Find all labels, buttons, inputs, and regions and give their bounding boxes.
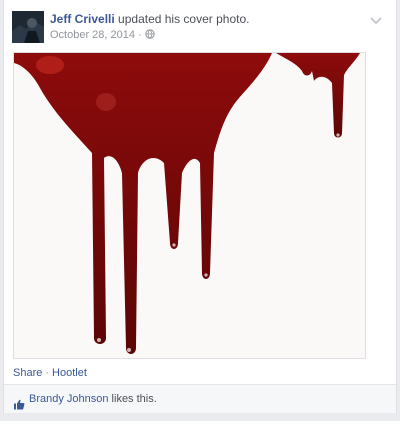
post-meta: October 28, 2014 · (50, 28, 155, 42)
links-separator: · (45, 367, 50, 379)
post-card: Jeff Crivelli updated his cover photo. O… (3, 0, 397, 413)
cover-photo[interactable] (13, 52, 366, 359)
likes-bar: Brandy Johnson likes this. (4, 384, 396, 413)
share-link[interactable]: Share (13, 367, 42, 379)
post-action-text: updated his cover photo. (118, 12, 250, 26)
avatar[interactable] (12, 11, 44, 43)
hootlet-link[interactable]: Hootlet (52, 367, 87, 379)
author-link[interactable]: Jeff Crivelli (50, 12, 115, 26)
post-date[interactable]: October 28, 2014 (50, 29, 135, 41)
post-title: Jeff Crivelli updated his cover photo. (50, 12, 249, 26)
globe-icon[interactable] (144, 29, 155, 39)
likes-suffix: likes this. (108, 393, 157, 405)
liker-link[interactable]: Brandy Johnson (29, 393, 109, 405)
thumbs-up-icon (13, 393, 25, 410)
chevron-down-icon[interactable] (370, 13, 382, 25)
likes-text: Brandy Johnson likes this. (29, 385, 157, 413)
post-header: Jeff Crivelli updated his cover photo. O… (12, 11, 388, 45)
meta-separator: · (138, 29, 142, 41)
post-links: Share · Hootlet (13, 366, 87, 380)
